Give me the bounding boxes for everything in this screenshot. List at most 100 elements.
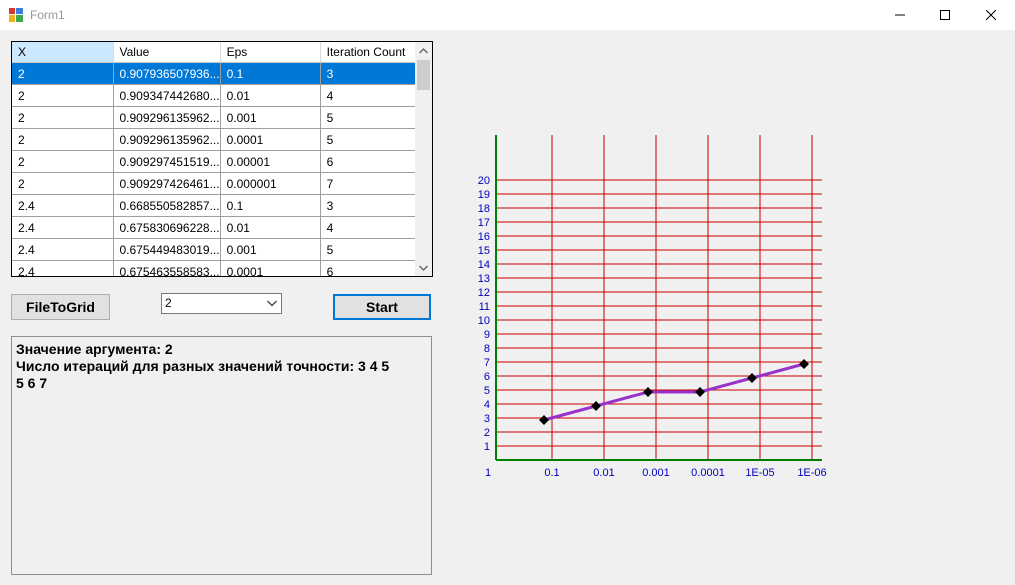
y-tick-label: 3 xyxy=(484,413,490,425)
cell-eps[interactable]: 0.001 xyxy=(220,106,321,129)
cell-iteration-count[interactable]: 6 xyxy=(320,150,423,173)
x-tick-label: 0.0001 xyxy=(691,467,725,479)
y-tick-label: 9 xyxy=(484,329,490,341)
cell-eps[interactable]: 0.0001 xyxy=(220,128,321,151)
y-tick-label: 2 xyxy=(484,427,490,439)
data-point-marker xyxy=(695,387,705,397)
column-header-iteration-count[interactable]: Iteration Count xyxy=(320,42,423,63)
y-tick-label: 17 xyxy=(478,217,490,229)
chevron-up-icon xyxy=(419,47,428,53)
cell-value[interactable]: 0.909296135962... xyxy=(113,106,221,129)
cell-eps[interactable]: 0.000001 xyxy=(220,172,321,195)
y-tick-label: 15 xyxy=(478,245,490,257)
grid-scrollbar[interactable] xyxy=(415,42,432,276)
column-header-x[interactable]: X xyxy=(12,42,114,63)
x-tick-label: 0.01 xyxy=(593,467,614,479)
series-line xyxy=(543,362,805,422)
cell-value[interactable]: 0.675449483019... xyxy=(113,238,221,261)
table-row[interactable]: 2.4 0.675830696228... 0.01 4 xyxy=(12,216,423,239)
data-grid[interactable]: X Value Eps Iteration Count 2 0.90793650… xyxy=(11,41,433,277)
data-point-marker xyxy=(591,401,601,411)
y-tick-label: 4 xyxy=(484,399,490,411)
table-row[interactable]: 2 0.909297426461... 0.000001 7 xyxy=(12,172,423,195)
argument-combo[interactable]: 2 xyxy=(161,293,282,314)
table-row[interactable]: 2 0.909347442680... 0.01 4 xyxy=(12,84,423,107)
cell-value[interactable]: 0.675830696228... xyxy=(113,216,221,239)
chevron-down-icon[interactable] xyxy=(267,300,277,307)
y-tick-label: 5 xyxy=(484,385,490,397)
cell-x[interactable]: 2 xyxy=(12,62,114,85)
output-line-iterations: Число итераций для разных значений точно… xyxy=(16,358,390,374)
start-button[interactable]: Start xyxy=(333,294,431,320)
cell-x[interactable]: 2 xyxy=(12,84,114,107)
column-header-value[interactable]: Value xyxy=(113,42,221,63)
data-point-marker xyxy=(539,415,549,425)
y-tick-label: 8 xyxy=(484,343,490,355)
table-row[interactable]: 2.4 0.675449483019... 0.001 5 xyxy=(12,238,423,261)
file-to-grid-button[interactable]: FileToGrid xyxy=(11,294,110,320)
cell-iteration-count[interactable]: 4 xyxy=(320,84,423,107)
window-title: Form1 xyxy=(30,8,65,22)
cell-iteration-count[interactable]: 7 xyxy=(320,172,423,195)
cell-value[interactable]: 0.668550582857... xyxy=(113,194,221,217)
output-textbox[interactable]: Значение аргумента: 2 Число итераций для… xyxy=(11,336,432,575)
cell-x[interactable]: 2 xyxy=(12,128,114,151)
y-tick-label: 10 xyxy=(478,315,490,327)
cell-value[interactable]: 0.909296135962... xyxy=(113,128,221,151)
cell-x[interactable]: 2.4 xyxy=(12,238,114,261)
cell-value[interactable]: 0.907936507936... xyxy=(113,62,221,85)
y-tick-label: 18 xyxy=(478,203,490,215)
cell-value[interactable]: 0.909297426461... xyxy=(113,172,221,195)
y-tick-label: 1 xyxy=(484,441,490,453)
scroll-down-button[interactable] xyxy=(415,259,432,276)
column-header-eps[interactable]: Eps xyxy=(220,42,321,63)
cell-x[interactable]: 2 xyxy=(12,106,114,129)
data-point-marker xyxy=(643,387,653,397)
table-row[interactable]: 2.4 0.675463558583... 0.0001 6 xyxy=(12,260,423,276)
close-icon xyxy=(986,10,996,20)
cell-x[interactable]: 2 xyxy=(12,150,114,173)
table-row[interactable]: 2 0.907936507936... 0.1 3 xyxy=(12,62,423,85)
cell-iteration-count[interactable]: 5 xyxy=(320,238,423,261)
iteration-chart: 12345678910111213141516171819201 0.1 0.01 0… xyxy=(478,135,827,479)
scroll-thumb[interactable] xyxy=(417,60,430,90)
cell-x[interactable]: 2.4 xyxy=(12,194,114,217)
y-tick-label: 11 xyxy=(479,301,490,313)
cell-x[interactable]: 2.4 xyxy=(12,216,114,239)
cell-eps[interactable]: 0.0001 xyxy=(220,260,321,276)
cell-iteration-count[interactable]: 3 xyxy=(320,194,423,217)
table-row[interactable]: 2 0.909296135962... 0.0001 5 xyxy=(12,128,423,151)
scroll-up-button[interactable] xyxy=(415,42,432,59)
cell-eps[interactable]: 0.00001 xyxy=(220,150,321,173)
app-icon xyxy=(9,8,23,22)
y-tick-label: 7 xyxy=(484,357,490,369)
cell-iteration-count[interactable]: 4 xyxy=(320,216,423,239)
y-tick-label: 13 xyxy=(478,273,490,285)
cell-value[interactable]: 0.675463558583... xyxy=(113,260,221,276)
close-button[interactable] xyxy=(968,0,1014,30)
cell-iteration-count[interactable]: 6 xyxy=(320,260,423,276)
cell-eps[interactable]: 0.01 xyxy=(220,216,321,239)
minimize-button[interactable] xyxy=(877,0,923,30)
table-row[interactable]: 2 0.909296135962... 0.001 5 xyxy=(12,106,423,129)
cell-eps[interactable]: 0.01 xyxy=(220,84,321,107)
cell-eps[interactable]: 0.001 xyxy=(220,238,321,261)
x-tick-label: 1E-06 xyxy=(797,467,826,479)
cell-eps[interactable]: 0.1 xyxy=(220,194,321,217)
cell-value[interactable]: 0.909297451519... xyxy=(113,150,221,173)
cell-x[interactable]: 2.4 xyxy=(12,260,114,276)
maximize-button[interactable] xyxy=(922,0,968,30)
data-point-marker xyxy=(747,373,757,383)
y-tick-label: 14 xyxy=(478,259,490,271)
output-line-iterations-cont: 5 6 7 xyxy=(16,375,48,391)
cell-value[interactable]: 0.909347442680... xyxy=(113,84,221,107)
cell-iteration-count[interactable]: 3 xyxy=(320,62,423,85)
title-bar: Form1 xyxy=(0,0,1015,30)
cell-iteration-count[interactable]: 5 xyxy=(320,106,423,129)
cell-eps[interactable]: 0.1 xyxy=(220,62,321,85)
cell-iteration-count[interactable]: 5 xyxy=(320,128,423,151)
table-row[interactable]: 2 0.909297451519... 0.00001 6 xyxy=(12,150,423,173)
cell-x[interactable]: 2 xyxy=(12,172,114,195)
table-row[interactable]: 2.4 0.668550582857... 0.1 3 xyxy=(12,194,423,217)
minimize-icon xyxy=(895,14,905,16)
